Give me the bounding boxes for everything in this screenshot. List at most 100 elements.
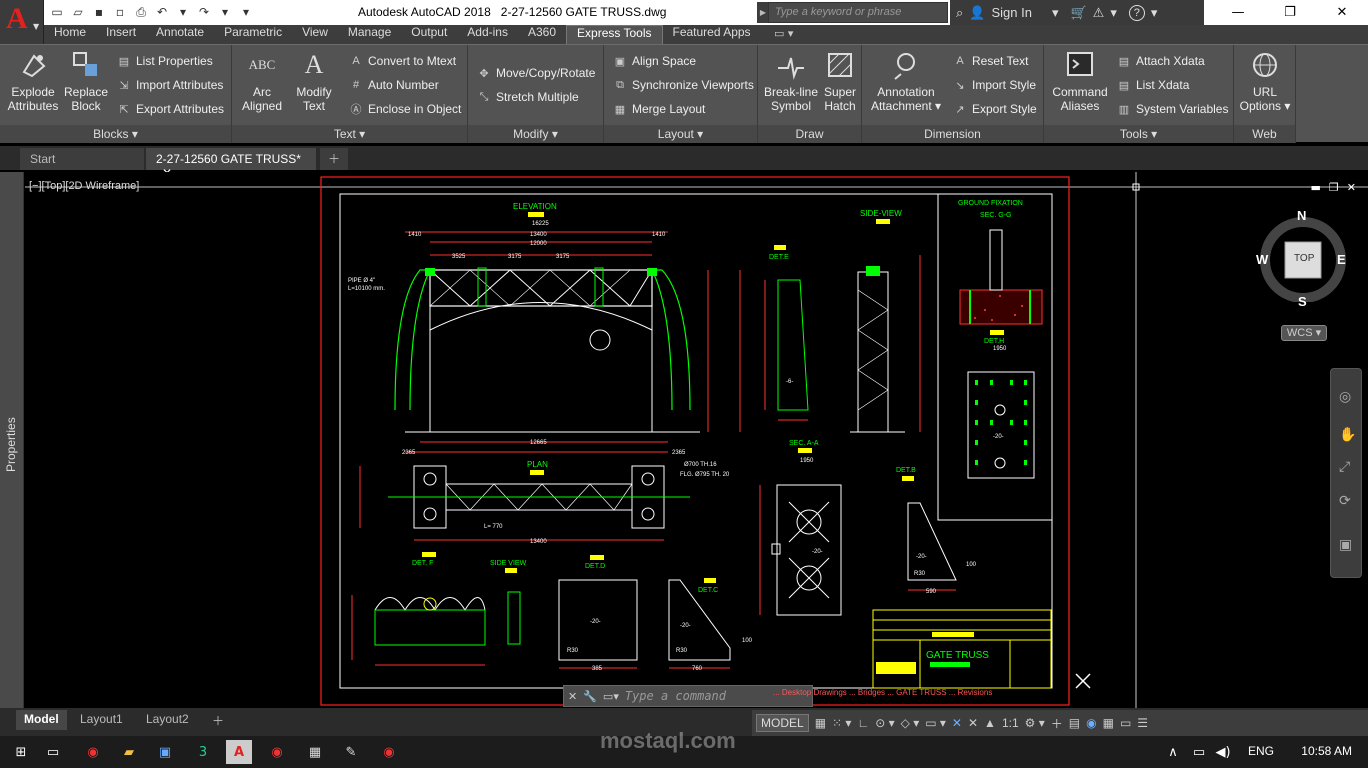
command-input[interactable]: Type a command <box>625 689 726 703</box>
pan-icon[interactable]: ✋ <box>1339 427 1356 443</box>
file-explorer-icon[interactable]: ▰ <box>116 740 142 764</box>
tab-annotate[interactable]: Annotate <box>146 25 214 44</box>
tray-up-icon[interactable]: ∧ <box>1160 740 1186 764</box>
binoculars-icon[interactable]: ⌕ <box>956 5 963 21</box>
compass-west[interactable]: W <box>1256 252 1268 267</box>
compass-east[interactable]: E <box>1337 252 1346 267</box>
drawing-canvas[interactable]: ELEVATION 16225 13400 12000 1410 1410 35… <box>25 172 1368 708</box>
workspace-gear-icon[interactable]: ⚙ ▾ <box>1025 716 1045 730</box>
tab-drawing[interactable]: 2-27-12560 GATE TRUSS* ✕ <box>146 148 316 180</box>
tray-network-icon[interactable]: ▭ <box>1186 740 1212 764</box>
chevron-down-icon[interactable]: ▾ <box>1151 5 1158 21</box>
command-aliases-button[interactable]: Command Aliases <box>1048 49 1112 113</box>
annotation-scale-value[interactable]: 1:1 <box>1002 716 1019 730</box>
annotation-monitor-icon[interactable]: ＋ <box>1051 715 1063 732</box>
minimize-button[interactable]: — <box>1212 0 1264 25</box>
ortho-icon[interactable]: ∟ <box>857 716 869 730</box>
panel-layout-title[interactable]: Layout ▾ <box>604 125 757 143</box>
undo-dropdown-icon[interactable]: ▾ <box>174 4 192 20</box>
convert-to-mtext-button[interactable]: A Convert to Mtext <box>348 50 456 72</box>
new-tab-button[interactable]: ＋ <box>320 148 348 170</box>
tab-model[interactable]: Model <box>16 710 67 730</box>
language-indicator[interactable]: ENG <box>1248 744 1274 758</box>
windows-start-icon[interactable]: ⊞ <box>8 740 34 764</box>
app-2016-icon[interactable]: ◉ <box>80 740 106 764</box>
autocad-taskbar-icon[interactable]: A <box>226 740 252 764</box>
viewport-restore-icon[interactable]: ❐ <box>1329 181 1339 194</box>
view-cube[interactable]: TOP N S E W <box>1256 208 1348 309</box>
showmotion-icon[interactable]: ▣ <box>1339 537 1352 553</box>
grid-icon[interactable]: ▦ <box>815 716 826 730</box>
annotation-attachment-button[interactable]: Annotation Attachment ▾ <box>868 49 944 113</box>
synchronize-viewports-button[interactable]: ⧉ Synchronize Viewports <box>612 74 754 96</box>
panel-tools-title[interactable]: Tools ▾ <box>1044 125 1233 143</box>
paint-icon[interactable]: ✎ <box>338 740 364 764</box>
viewport-minimize-icon[interactable]: ▬ <box>1311 181 1321 194</box>
import-style-button[interactable]: ↘ Import Style <box>952 74 1036 96</box>
chevron-down-icon[interactable]: ▾ <box>1110 5 1117 21</box>
compass-south[interactable]: S <box>1298 294 1307 309</box>
tab-insert[interactable]: Insert <box>96 25 146 44</box>
super-hatch-button[interactable]: Super Hatch <box>820 49 860 113</box>
hardware-acceleration-icon[interactable]: ▦ <box>1103 716 1114 730</box>
undo-icon[interactable]: ↶ <box>153 4 171 20</box>
open-file-icon[interactable]: ▱ <box>69 4 87 20</box>
redo-dropdown-icon[interactable]: ▾ <box>216 4 234 20</box>
list-properties-button[interactable]: ▤ List Properties <box>116 50 213 72</box>
compass-north[interactable]: N <box>1297 208 1306 223</box>
sign-in-button[interactable]: Sign In <box>991 5 1031 20</box>
orbit-icon[interactable]: ⟳ <box>1339 493 1351 509</box>
snap-icon[interactable]: ⁙ ▾ <box>832 716 851 730</box>
photos-app-icon[interactable]: ▣ <box>152 740 178 764</box>
print-icon[interactable]: ⎙ <box>132 4 150 20</box>
system-variables-button[interactable]: ▥ System Variables <box>1116 98 1229 120</box>
calculator-icon[interactable]: ▦ <box>302 740 328 764</box>
export-attributes-button[interactable]: ⇱ Export Attributes <box>116 98 224 120</box>
ribbon-display-toggle-icon[interactable]: ▭ ▾ <box>774 27 793 40</box>
customization-icon[interactable]: ☰ <box>1137 716 1148 730</box>
enclose-in-object-button[interactable]: Ⓐ Enclose in Object <box>348 98 462 120</box>
application-menu-button[interactable]: A ▼ <box>0 0 44 44</box>
new-file-icon[interactable]: ▭ <box>48 4 66 20</box>
tab-a360[interactable]: A360 <box>518 25 566 44</box>
viewport-controls-label[interactable]: [−][Top][2D Wireframe] <box>29 180 139 192</box>
tab-view[interactable]: View <box>292 25 338 44</box>
tray-volume-icon[interactable]: ◀) <box>1210 740 1236 764</box>
annotation-visibility-icon[interactable]: ✕ <box>952 716 962 730</box>
object-snap-icon[interactable]: ▭ ▾ <box>925 716 946 730</box>
add-layout-button[interactable]: ＋ <box>204 710 232 730</box>
move-copy-rotate-button[interactable]: ✥ Move/Copy/Rotate <box>476 62 595 84</box>
app-2018b-icon[interactable]: ◉ <box>376 740 402 764</box>
close-command-line-icon[interactable]: ✕ <box>568 690 577 703</box>
arc-aligned-button[interactable]: ABC Arc Aligned <box>236 49 288 113</box>
reset-text-button[interactable]: A Reset Text <box>952 50 1028 72</box>
chevron-down-icon[interactable]: ▾ <box>1052 5 1059 21</box>
view-cube-top-face[interactable]: TOP <box>1294 253 1314 264</box>
import-attributes-button[interactable]: ⇲ Import Attributes <box>116 74 223 96</box>
task-view-icon[interactable]: ▭ <box>40 740 66 764</box>
model-space-button[interactable]: MODEL <box>756 714 809 732</box>
stretch-multiple-button[interactable]: ⤡ Stretch Multiple <box>476 86 579 108</box>
restore-button[interactable]: ❐ <box>1264 0 1316 25</box>
panel-text-title[interactable]: Text ▾ <box>232 125 467 143</box>
merge-layout-button[interactable]: ▦ Merge Layout <box>612 98 706 120</box>
close-button[interactable]: ✕ <box>1316 0 1368 25</box>
modify-text-button[interactable]: A Modify Text <box>290 49 338 113</box>
replace-block-button[interactable]: Replace Block <box>62 49 110 113</box>
app-2018-icon[interactable]: ◉ <box>264 740 290 764</box>
redo-icon[interactable]: ↷ <box>195 4 213 20</box>
explode-attributes-button[interactable]: Explode Attributes <box>4 49 62 113</box>
command-settings-icon[interactable]: 🔧 <box>583 690 597 703</box>
command-history-icon[interactable]: ▭▾ <box>603 690 619 703</box>
tab-home[interactable]: Home <box>44 25 96 44</box>
app-3-icon[interactable]: 3 <box>190 740 216 764</box>
auto-scale-icon[interactable]: ✕ <box>968 716 978 730</box>
tab-add-ins[interactable]: Add-ins <box>457 25 518 44</box>
exchange-icon[interactable]: ⚠ <box>1093 5 1105 21</box>
tab-featured-apps[interactable]: Featured Apps <box>663 25 761 44</box>
tab-start[interactable]: Start <box>20 148 144 170</box>
save-as-icon[interactable]: ▫ <box>111 4 129 20</box>
clean-screen-icon[interactable]: ▭ <box>1120 716 1131 730</box>
panel-modify-title[interactable]: Modify ▾ <box>468 125 603 143</box>
customize-qat-icon[interactable]: ▾ <box>237 4 255 20</box>
